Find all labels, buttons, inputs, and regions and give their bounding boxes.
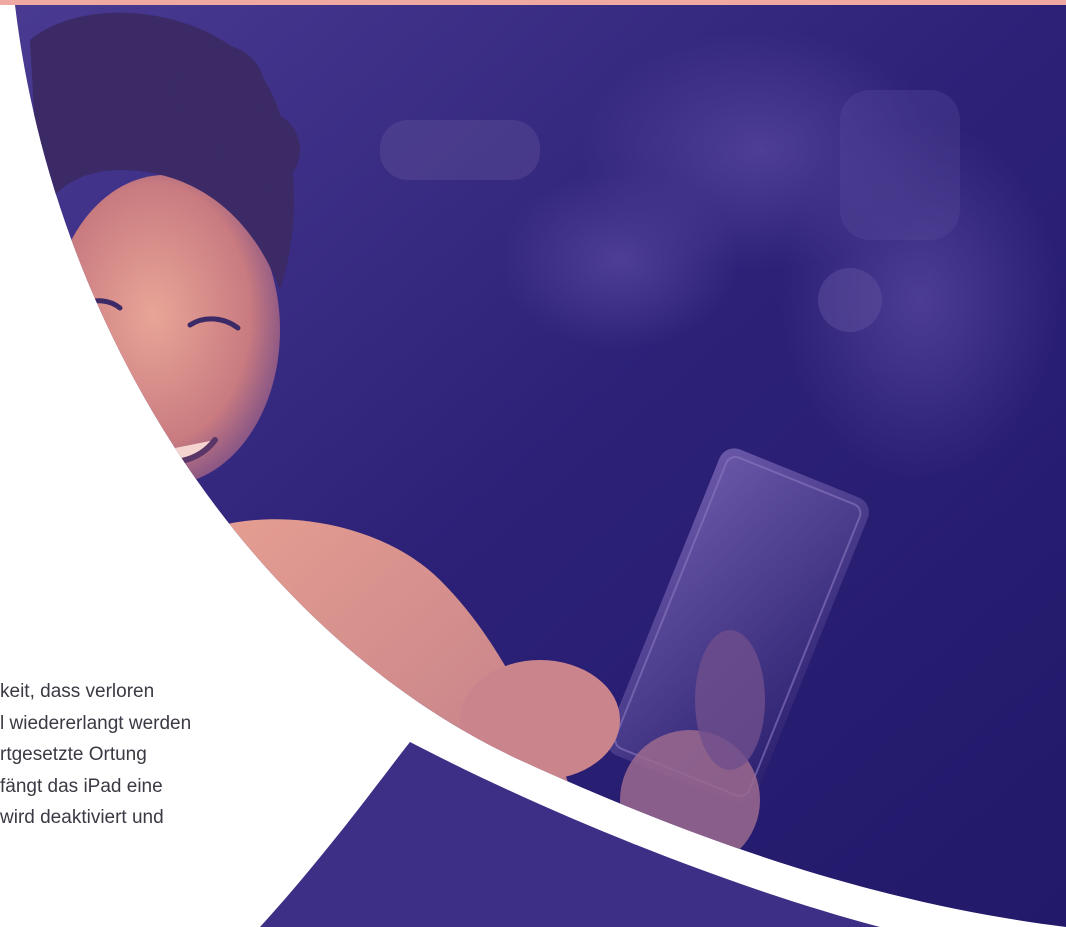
body-line: keit, dass verloren	[0, 681, 155, 702]
body-line: fängt das iPad eine	[0, 775, 163, 797]
page: keit, dass verloren l wiedererlangt werd…	[0, 0, 1066, 927]
body-line: rtgesetzte Ortung	[0, 744, 147, 765]
body-paragraph: keit, dass verloren l wiedererlangt werd…	[0, 676, 300, 834]
body-line: wird deaktiviert und	[0, 807, 164, 828]
body-line: l wiedererlangt werden	[0, 712, 192, 734]
